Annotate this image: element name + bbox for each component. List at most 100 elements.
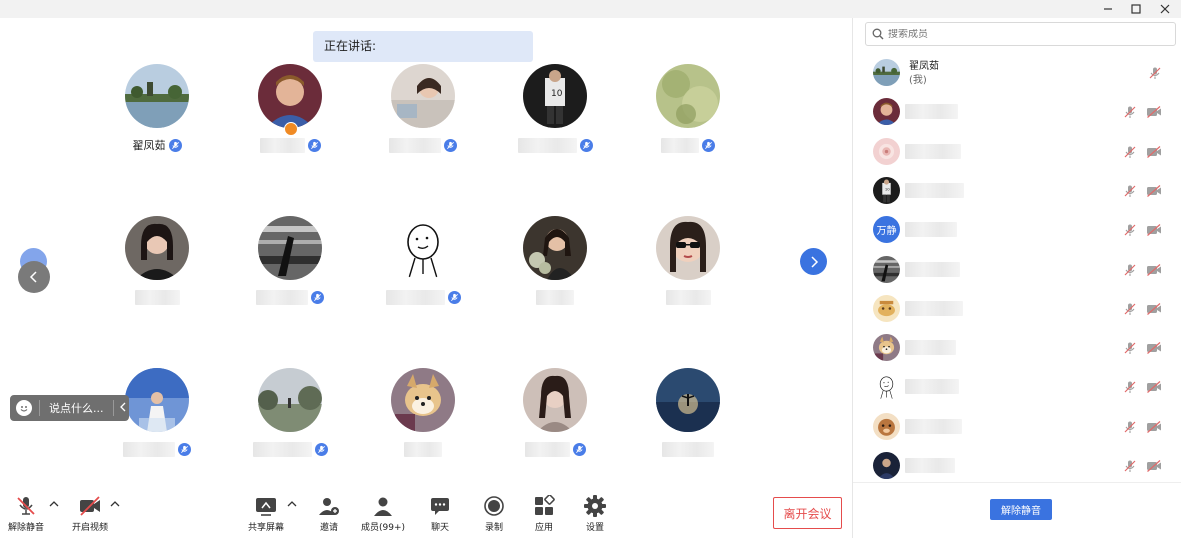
mic-muted-icon [168, 138, 182, 152]
member-row[interactable] [853, 447, 1181, 485]
share-options-caret[interactable] [287, 500, 297, 511]
participant-tile[interactable] [368, 216, 478, 326]
video-off-icon[interactable] [1146, 420, 1162, 437]
chat-button[interactable]: 聊天 [429, 495, 451, 533]
record-button[interactable]: 录制 [483, 495, 505, 533]
participant-tile[interactable] [102, 368, 212, 478]
participant-tile[interactable]: 10 [500, 64, 610, 174]
search-input[interactable] [888, 28, 1148, 40]
redacted-name [404, 441, 442, 457]
participant-name [633, 289, 743, 305]
quick-chat-bar[interactable]: 说点什么... [10, 395, 129, 421]
participant-avatar [258, 216, 322, 280]
unmute-all-button[interactable]: 解除静音 [990, 499, 1052, 520]
mic-muted-icon[interactable] [1123, 459, 1137, 476]
speaking-indicator: 正在讲话: [313, 31, 533, 62]
member-row[interactable]: 万静 [853, 211, 1181, 249]
unmute-button[interactable]: 解除静音 [8, 495, 44, 533]
participant-tile[interactable] [633, 368, 743, 478]
share-screen-button[interactable]: 共享屏幕 [248, 495, 284, 533]
mic-muted-icon[interactable] [1123, 380, 1137, 397]
mic-muted-icon [444, 138, 457, 152]
participant-tile[interactable]: 翟凤茹 [102, 64, 212, 174]
chat-icon [431, 498, 449, 515]
member-avatar [873, 412, 900, 440]
participant-name [368, 441, 478, 457]
member-status-icons [1123, 223, 1162, 240]
start-video-button[interactable]: 开启视频 [72, 495, 108, 533]
mic-muted-icon[interactable] [1123, 420, 1137, 437]
member-search[interactable] [865, 22, 1176, 46]
redacted-name [905, 222, 957, 238]
chevron-left-icon[interactable] [119, 402, 127, 415]
members-button[interactable]: 成员(99+) [361, 495, 405, 533]
member-row[interactable] [853, 329, 1181, 367]
mic-muted-icon[interactable] [1123, 302, 1137, 319]
participant-tile[interactable] [368, 64, 478, 174]
video-off-icon[interactable] [1146, 380, 1162, 397]
video-off-icon[interactable] [1146, 105, 1162, 122]
video-off-icon[interactable] [1146, 263, 1162, 280]
video-off-icon[interactable] [1146, 341, 1162, 358]
video-off-icon[interactable] [1146, 223, 1162, 240]
mic-muted-icon [307, 138, 321, 152]
mic-muted-icon[interactable] [1123, 263, 1137, 280]
member-row[interactable] [853, 93, 1181, 131]
mic-muted-icon[interactable] [1123, 223, 1137, 240]
participant-tile[interactable] [368, 368, 478, 478]
host-badge-icon [284, 122, 298, 136]
svg-text:10: 10 [885, 186, 890, 191]
prev-page-button[interactable] [18, 261, 50, 293]
video-off-icon[interactable] [1146, 302, 1162, 319]
participant-tile[interactable] [633, 64, 743, 174]
member-status-icons [1123, 341, 1162, 358]
member-self-label: (我) [909, 75, 927, 86]
leave-meeting-button[interactable]: 离开会议 [773, 497, 842, 529]
maximize-button[interactable] [1122, 0, 1150, 18]
participant-tile[interactable] [102, 216, 212, 326]
participant-tile[interactable] [500, 368, 610, 478]
video-off-icon[interactable] [1146, 145, 1162, 162]
member-row[interactable] [853, 408, 1181, 446]
member-status-icons [1123, 184, 1162, 201]
mic-muted-icon[interactable] [1123, 145, 1137, 162]
mic-muted-icon[interactable] [1123, 341, 1137, 358]
mic-muted-icon[interactable] [1123, 105, 1137, 122]
invite-button[interactable]: 邀请 [318, 495, 340, 533]
participant-avatar [391, 216, 455, 280]
chevron-left-icon [29, 271, 37, 283]
member-avatar [873, 294, 900, 322]
emoji-icon[interactable] [16, 400, 32, 416]
apps-button[interactable]: 应用 [533, 495, 555, 533]
participant-tile[interactable] [633, 216, 743, 326]
member-avatar [873, 98, 900, 126]
participant-tile[interactable] [235, 368, 345, 478]
participant-avatar [125, 368, 189, 432]
audio-options-caret[interactable] [49, 500, 59, 511]
mic-muted-icon[interactable] [1123, 184, 1137, 201]
participant-tile[interactable] [235, 64, 345, 174]
member-row[interactable] [853, 251, 1181, 289]
next-page-button[interactable] [800, 248, 827, 275]
member-row[interactable]: 10 [853, 172, 1181, 210]
video-off-icon[interactable] [1146, 459, 1162, 476]
mic-muted-icon[interactable] [1148, 66, 1162, 83]
member-avatar [873, 59, 900, 86]
redacted-name [661, 137, 699, 153]
member-row[interactable] [853, 133, 1181, 171]
redacted-name [256, 289, 308, 305]
mic-muted-icon [572, 442, 586, 456]
settings-button[interactable]: 设置 [584, 495, 606, 533]
add-person-icon [319, 498, 339, 515]
minimize-button[interactable] [1094, 0, 1122, 18]
video-options-caret[interactable] [110, 500, 120, 511]
participant-tile[interactable] [500, 216, 610, 326]
member-row-self[interactable]: 翟凤茹 (我) [853, 54, 1181, 92]
participant-name [102, 289, 212, 305]
video-off-icon[interactable] [1146, 184, 1162, 201]
member-row[interactable] [853, 290, 1181, 328]
chat-placeholder[interactable]: 说点什么... [49, 400, 113, 416]
close-button[interactable] [1151, 0, 1179, 18]
member-row[interactable] [853, 368, 1181, 406]
participant-tile[interactable] [235, 216, 345, 326]
